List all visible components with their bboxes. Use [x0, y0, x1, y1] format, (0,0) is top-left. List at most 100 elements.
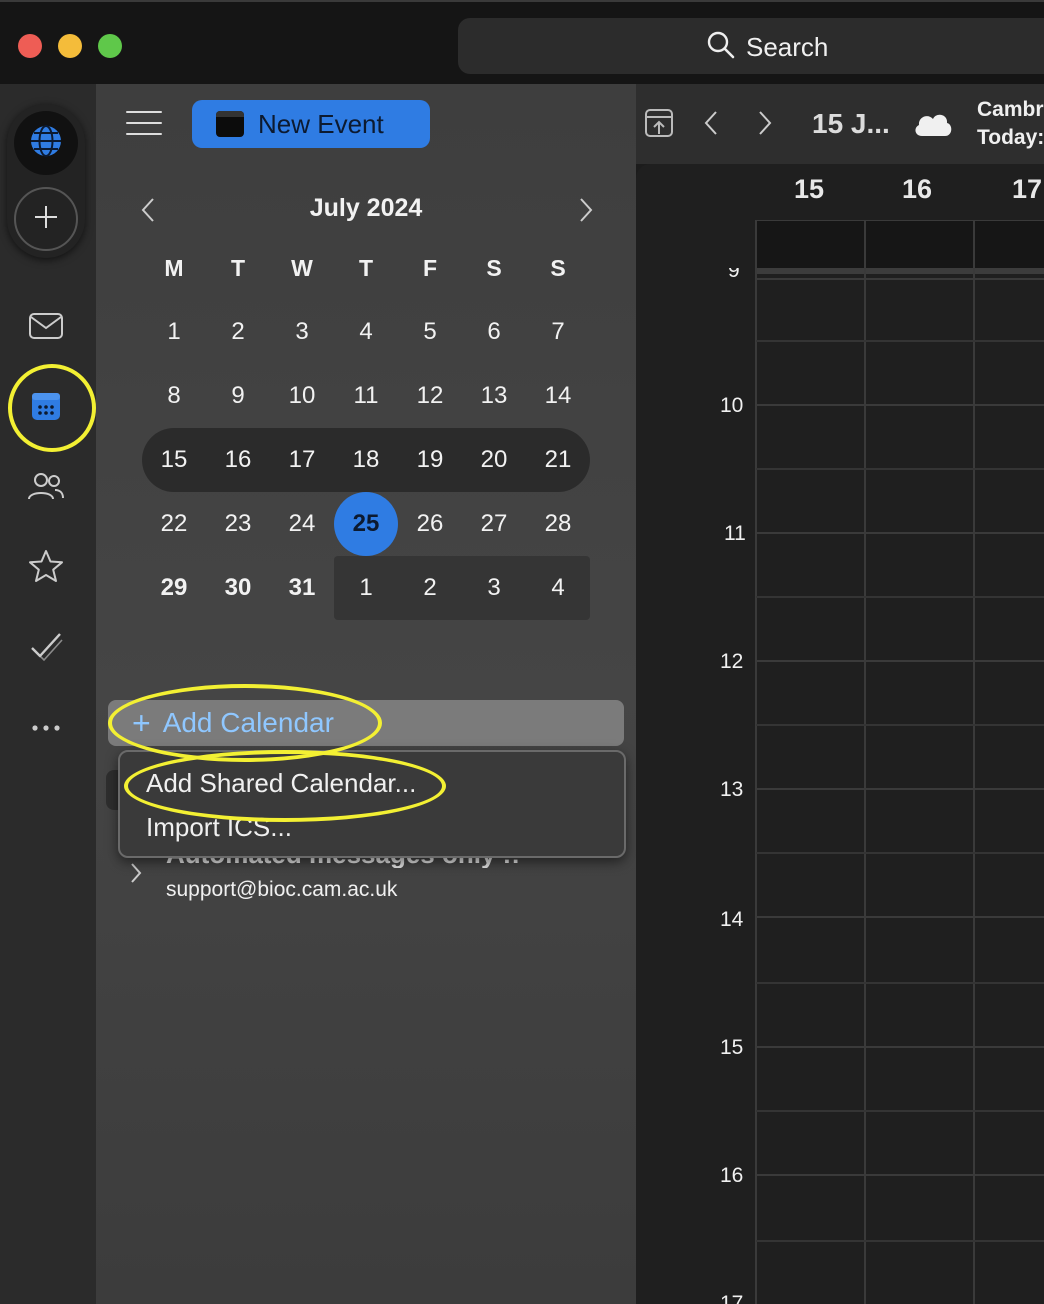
grid-hour-line — [756, 916, 1044, 918]
day-cell[interactable]: 31 — [270, 556, 334, 620]
day-header[interactable]: 17 — [1012, 174, 1042, 205]
hour-label: 17 — [720, 1292, 744, 1304]
day-cell[interactable]: 16 — [206, 428, 270, 492]
star-icon — [28, 549, 64, 588]
day-cell[interactable]: 15 — [142, 428, 206, 492]
more-apps-button[interactable] — [22, 704, 70, 752]
favorites-nav-button[interactable] — [22, 544, 70, 592]
day-cell[interactable]: 1 — [334, 556, 398, 620]
add-calendar-menu: Add Shared Calendar... Import ICS... — [118, 750, 626, 858]
day-cell[interactable]: 20 — [462, 428, 526, 492]
day-cell[interactable]: 21 — [526, 428, 590, 492]
day-cell[interactable]: 12 — [398, 364, 462, 428]
day-cell[interactable]: 4 — [334, 300, 398, 364]
next-month-button[interactable] — [572, 196, 600, 228]
all-day-row[interactable] — [756, 220, 1044, 270]
calendar-nav-button[interactable] — [22, 384, 70, 432]
day-cell[interactable]: 30 — [206, 556, 270, 620]
add-calendar-button[interactable]: + Add Calendar — [108, 700, 624, 746]
chevron-left-icon — [704, 110, 718, 141]
day-cell[interactable]: 11 — [334, 364, 398, 428]
menu-item-add-shared-calendar[interactable]: Add Shared Calendar... — [146, 768, 416, 799]
globe-icon — [28, 123, 64, 164]
day-cell[interactable]: 2 — [206, 300, 270, 364]
day-header[interactable]: 16 — [902, 174, 932, 205]
more-icon — [31, 719, 61, 737]
day-cell[interactable]: 13 — [462, 364, 526, 428]
day-cell[interactable]: 9 — [206, 364, 270, 428]
hamburger-icon — [126, 111, 162, 113]
next-week-button[interactable] — [748, 108, 782, 142]
mini-calendar-week-2: 8 9 10 11 12 13 14 — [142, 364, 590, 428]
day-cell[interactable]: 28 — [526, 492, 590, 556]
plus-icon — [32, 203, 60, 236]
grid-half-hour-line — [756, 852, 1044, 854]
mail-nav-button[interactable] — [22, 304, 70, 352]
day-cell[interactable]: 27 — [462, 492, 526, 556]
menu-toggle-button[interactable] — [126, 108, 162, 138]
cloud-icon — [912, 114, 954, 142]
new-event-calendar-icon — [216, 111, 244, 137]
day-cell[interactable]: 17 — [270, 428, 334, 492]
people-icon — [27, 471, 65, 506]
day-cell[interactable]: 4 — [526, 556, 590, 620]
grid-half-hour-line — [756, 340, 1044, 342]
hour-label: 14 — [720, 908, 744, 931]
hour-label: 11 — [724, 522, 746, 545]
mini-calendar-week-5: 29 30 31 1 2 3 4 — [142, 556, 590, 620]
grid-hour-line — [756, 660, 1044, 662]
weekday-label: F — [422, 254, 438, 281]
weekday-label: S — [550, 254, 566, 281]
weather-today-label: Today: — [977, 126, 1044, 149]
weather-widget[interactable] — [912, 108, 954, 143]
day-cell[interactable]: 10 — [270, 364, 334, 428]
weather-location: Cambr — [977, 98, 1044, 121]
account-globe-button[interactable] — [14, 111, 78, 175]
day-cell[interactable]: 23 — [206, 492, 270, 556]
zoom-window-button[interactable] — [98, 34, 122, 58]
account-email: support@bioc.cam.ac.uk — [166, 878, 398, 901]
day-cell[interactable]: 3 — [462, 556, 526, 620]
grid-column-line — [864, 220, 866, 1304]
day-cell[interactable]: 18 — [334, 428, 398, 492]
current-date-range[interactable]: 15 J... — [812, 108, 890, 140]
day-cell[interactable]: 3 — [270, 300, 334, 364]
todo-nav-button[interactable] — [22, 624, 70, 672]
people-nav-button[interactable] — [22, 464, 70, 512]
day-cell[interactable]: 1 — [142, 300, 206, 364]
minimize-window-button[interactable] — [58, 34, 82, 58]
day-cell[interactable]: 19 — [398, 428, 462, 492]
day-cell[interactable]: 6 — [462, 300, 526, 364]
share-calendar-button[interactable] — [642, 108, 676, 142]
grid-hour-line — [756, 532, 1044, 534]
grid-half-hour-line — [756, 1110, 1044, 1112]
search-box[interactable]: Search — [458, 18, 1044, 74]
today-day-cell[interactable]: 25 — [334, 492, 398, 556]
day-cell[interactable]: 26 — [398, 492, 462, 556]
today-number: 25 — [352, 510, 380, 537]
week-view-grid: 15 16 17 9 10 11 12 13 14 15 16 17 — [636, 164, 1044, 1304]
hour-label: 9 — [728, 268, 740, 280]
new-event-button[interactable]: New Event — [192, 100, 430, 148]
day-cell[interactable]: 14 — [526, 364, 590, 428]
grid-hour-line — [756, 1046, 1044, 1048]
day-cell[interactable]: 8 — [142, 364, 206, 428]
day-cell[interactable]: 29 — [142, 556, 206, 620]
day-cell[interactable]: 7 — [526, 300, 590, 364]
hour-label: 12 — [720, 650, 744, 673]
grid-hour-line — [756, 404, 1044, 406]
menu-item-import-ics[interactable]: Import ICS... — [146, 812, 292, 843]
day-cell[interactable]: 5 — [398, 300, 462, 364]
day-header[interactable]: 15 — [794, 174, 824, 205]
day-cell[interactable]: 24 — [270, 492, 334, 556]
day-cell[interactable]: 2 — [398, 556, 462, 620]
add-calendar-plus-icon: + — [132, 705, 151, 741]
expand-account-button[interactable] — [130, 862, 142, 889]
calendar-sidebar: New Event July 2024 M T W T F S S 1 2 3 … — [96, 84, 636, 1304]
add-account-button[interactable] — [14, 187, 78, 251]
day-cell[interactable]: 22 — [142, 492, 206, 556]
previous-week-button[interactable] — [694, 108, 728, 142]
close-window-button[interactable] — [18, 34, 42, 58]
weekday-header-row: M T W T F S S — [142, 236, 590, 300]
weekday-label: M — [164, 254, 184, 281]
